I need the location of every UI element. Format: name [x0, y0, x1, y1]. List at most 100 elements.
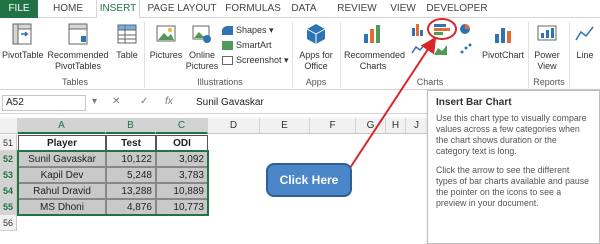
screenshot-label: Screenshot: [236, 55, 282, 65]
ribbon-tab-bar: FILE HOME INSERT PAGE LAYOUT FORMULAS DA…: [0, 0, 600, 19]
pictures-label: Pictures: [149, 50, 183, 60]
column-header-b[interactable]: B: [106, 118, 156, 134]
power-view-icon: [537, 25, 557, 41]
row-header-51[interactable]: 51: [0, 135, 17, 151]
pivottable-button[interactable]: PivotTable: [2, 22, 44, 61]
tab-home[interactable]: HOME: [48, 0, 88, 18]
table-cell[interactable]: 4,876: [106, 199, 156, 215]
smartart-icon: [222, 41, 233, 51]
worksheet-grid: A B C D E F G H J 51 52 53 54 55 56 Play…: [0, 118, 428, 244]
area-chart-icon: [434, 45, 447, 55]
scatter-chart-button[interactable]: [458, 42, 474, 56]
pivotchart-label: PivotChart: [481, 50, 525, 60]
bar-chart-icon: [434, 24, 450, 35]
table-cell[interactable]: Kapil Dev: [18, 167, 106, 183]
table-cell[interactable]: Sunil Gavaskar: [18, 151, 106, 167]
recommended-pivottables-label: Recommended PivotTables: [47, 50, 109, 71]
scatter-chart-icon: [460, 43, 472, 54]
apps-group-label: Apps: [305, 77, 327, 87]
pivottable-icon: [12, 23, 32, 45]
tab-review[interactable]: REVIEW: [334, 0, 380, 18]
header-cell-test[interactable]: Test: [106, 135, 156, 151]
table-cell[interactable]: 13,288: [106, 183, 156, 199]
online-pictures-button[interactable]: Online Pictures: [184, 22, 220, 72]
table-cell[interactable]: 3,783: [156, 167, 208, 183]
row-header-53[interactable]: 53: [0, 167, 17, 183]
ribbon-separator: [340, 22, 341, 88]
table-cell[interactable]: 10,889: [156, 183, 208, 199]
line-chart-icon: [411, 43, 426, 54]
table-cell[interactable]: Rahul Dravid: [18, 183, 106, 199]
row-header-54[interactable]: 54: [0, 183, 17, 199]
cancel-icon[interactable]: ✕: [112, 96, 120, 107]
tooltip-title: Insert Bar Chart: [436, 97, 512, 108]
pie-chart-icon: [460, 24, 470, 34]
column-header-e[interactable]: E: [260, 118, 310, 134]
line-chart-button[interactable]: [410, 42, 428, 56]
select-all-corner[interactable]: [0, 118, 18, 134]
tables-group-label: Tables: [61, 77, 88, 87]
formula-content[interactable]: Sunil Gavaskar: [196, 95, 426, 111]
table-cell[interactable]: 5,248: [106, 167, 156, 183]
apps-for-office-button[interactable]: Apps for Office: [295, 22, 337, 72]
power-view-label: Power View: [534, 50, 560, 71]
online-pictures-icon: [192, 25, 211, 43]
tab-insert[interactable]: INSERT: [96, 0, 140, 19]
row-header-55[interactable]: 55: [0, 199, 17, 215]
insert-bar-chart-tooltip: Insert Bar Chart Use this chart type to …: [427, 90, 600, 244]
area-chart-button[interactable]: [432, 42, 450, 56]
tab-file[interactable]: FILE: [0, 0, 38, 18]
pivotchart-icon: [495, 28, 511, 43]
table-icon: [117, 24, 137, 44]
ribbon-separator: [528, 22, 529, 88]
power-view-button[interactable]: Power View: [530, 22, 564, 72]
table-cell[interactable]: 10,122: [106, 151, 156, 167]
tooltip-body-1: Use this chart type to visually compare …: [436, 113, 587, 156]
name-box-dropdown-icon[interactable]: ▾: [92, 96, 97, 107]
screenshot-button[interactable]: Screenshot ▾: [222, 54, 289, 67]
recommended-pivottables-icon: [68, 23, 88, 45]
tab-developer[interactable]: DEVELOPER: [426, 0, 488, 18]
ribbon-separator: [569, 22, 570, 88]
insert-function-icon[interactable]: fx: [165, 96, 173, 107]
bar-chart-button[interactable]: [432, 22, 452, 36]
enter-icon[interactable]: ✓: [140, 96, 148, 107]
smartart-button[interactable]: SmartArt: [222, 39, 272, 52]
shapes-icon: [222, 26, 233, 36]
recommended-charts-button[interactable]: Recommended Charts: [342, 22, 405, 72]
row-header-56[interactable]: 56: [0, 215, 17, 231]
column-chart-icon: [412, 24, 423, 36]
pictures-button[interactable]: Pictures: [148, 22, 184, 61]
tab-view[interactable]: VIEW: [386, 0, 420, 18]
tab-page-layout[interactable]: PAGE LAYOUT: [146, 0, 218, 18]
online-pictures-label: Online Pictures: [185, 50, 219, 71]
pivotchart-button[interactable]: PivotChart: [480, 22, 526, 61]
pie-chart-button[interactable]: [458, 22, 474, 36]
column-header-f[interactable]: F: [310, 118, 356, 134]
tab-formulas[interactable]: FORMULAS: [224, 0, 282, 18]
table-cell[interactable]: MS Dhoni: [18, 199, 106, 215]
row-header-52[interactable]: 52: [0, 151, 17, 167]
column-header-h[interactable]: H: [386, 118, 406, 134]
recommended-pivottables-button[interactable]: Recommended PivotTables: [44, 22, 112, 72]
header-cell-odi[interactable]: ODI: [156, 135, 208, 151]
line-sparkline-icon: [575, 26, 594, 41]
column-header-g[interactable]: G: [356, 118, 386, 134]
table-label: Table: [116, 50, 138, 60]
column-header-a[interactable]: A: [18, 118, 106, 134]
name-box[interactable]: A52: [2, 95, 86, 111]
shapes-button[interactable]: Shapes ▾: [222, 24, 274, 37]
column-header-j[interactable]: J: [406, 118, 428, 134]
line-sparkline-button[interactable]: Line: [572, 22, 598, 61]
apps-for-office-label: Apps for Office: [299, 50, 333, 71]
tab-data[interactable]: DATA: [286, 0, 322, 18]
column-chart-button[interactable]: [410, 22, 428, 36]
column-header-c[interactable]: C: [156, 118, 208, 134]
column-header-d[interactable]: D: [208, 118, 260, 134]
screenshot-icon: [222, 56, 233, 66]
table-button[interactable]: Table: [112, 22, 142, 61]
header-cell-player[interactable]: Player: [18, 135, 106, 151]
table-cell[interactable]: 10,773: [156, 199, 208, 215]
tooltip-body-2: Click the arrow to see the different typ…: [436, 165, 590, 208]
table-cell[interactable]: 3,092: [156, 151, 208, 167]
